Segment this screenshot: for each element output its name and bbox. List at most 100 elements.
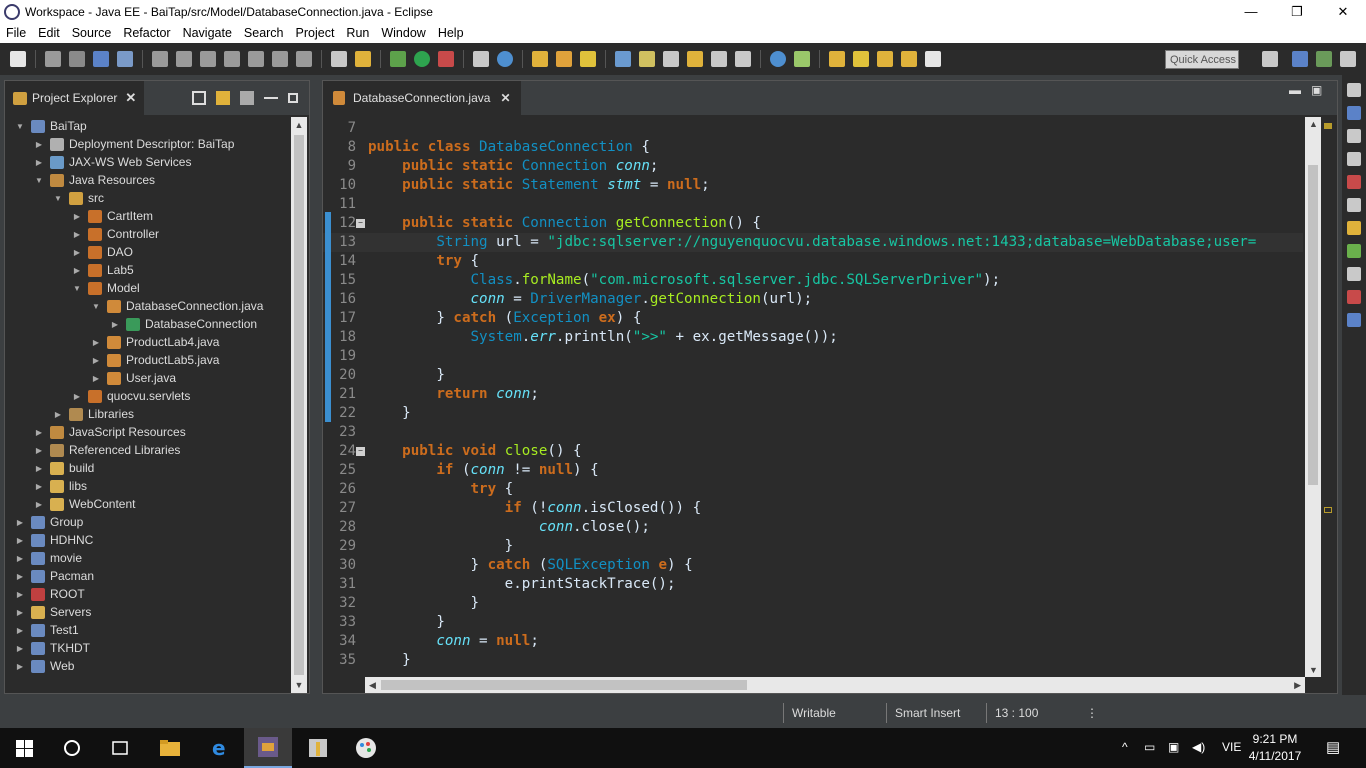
clock[interactable]: 9:21 PM 4/11/2017 [1245, 731, 1305, 765]
collapsed-icon[interactable]: ▶ [34, 500, 44, 509]
tree-item[interactable]: ▶ Lab5 [5, 261, 290, 279]
show-whitespace-icon[interactable] [687, 51, 703, 67]
tree-item[interactable]: ▼ BaiTap [5, 117, 290, 135]
scroll-down-icon[interactable]: ▼ [291, 677, 307, 693]
new-java-project-icon[interactable] [473, 51, 489, 67]
properties-icon[interactable] [1347, 198, 1361, 212]
step-return-icon[interactable] [296, 51, 312, 67]
tree-item[interactable]: ▶ Libraries [5, 405, 290, 423]
collapsed-icon[interactable]: ▶ [15, 536, 25, 545]
open-folder-icon[interactable] [556, 51, 572, 67]
collapsed-icon[interactable]: ▶ [34, 464, 44, 473]
console-icon[interactable] [1347, 313, 1361, 327]
markers-icon[interactable] [1347, 175, 1361, 189]
data-source-icon[interactable] [1347, 244, 1361, 258]
maximize-editor-icon[interactable]: ▣ [1311, 83, 1322, 97]
code-line[interactable]: 22 } [323, 404, 1303, 423]
tab-databaseconnection-java[interactable]: DatabaseConnection.java ✕ [323, 81, 521, 115]
collapsed-icon[interactable]: ▶ [34, 140, 44, 149]
tree-item[interactable]: ▶ Servers [5, 603, 290, 621]
collapsed-icon[interactable]: ▶ [15, 662, 25, 671]
ruler-marker[interactable] [1324, 507, 1332, 513]
tree-item[interactable]: ▶ Controller [5, 225, 290, 243]
edge-icon[interactable]: e [196, 728, 244, 768]
collapsed-icon[interactable]: ▶ [34, 428, 44, 437]
collapse-all-icon[interactable] [192, 91, 206, 105]
tree-item[interactable]: ▼ DatabaseConnection.java [5, 297, 290, 315]
menu-source[interactable]: Source [66, 26, 118, 40]
collapsed-icon[interactable]: ▶ [72, 266, 82, 275]
tab-project-explorer[interactable]: Project Explorer ✕ [5, 81, 145, 115]
suspend-icon[interactable] [176, 51, 192, 67]
external-tools-icon[interactable] [438, 51, 454, 67]
tree-item[interactable]: ▶ ProductLab5.java [5, 351, 290, 369]
collapsed-icon[interactable]: ▶ [15, 518, 25, 527]
code-line[interactable]: 26 try { [323, 480, 1303, 499]
tree-item[interactable]: ▶ WebContent [5, 495, 290, 513]
brush-icon[interactable] [580, 51, 596, 67]
collapsed-icon[interactable]: ▶ [91, 356, 101, 365]
menu-navigate[interactable]: Navigate [177, 26, 238, 40]
tree-item[interactable]: ▶ Pacman [5, 567, 290, 585]
tree-item[interactable]: ▶ JavaScript Resources [5, 423, 290, 441]
view-menu-icon[interactable] [240, 91, 254, 105]
file-explorer-icon[interactable] [146, 728, 194, 768]
code-area[interactable]: 7 8 public class DatabaseConnection {9 pub… [323, 119, 1303, 679]
disconnect-icon[interactable] [224, 51, 240, 67]
new-class-icon[interactable] [497, 51, 513, 67]
scrollbar-thumb[interactable] [1308, 165, 1318, 485]
task-list-icon[interactable] [1347, 129, 1361, 143]
word-wrap-icon[interactable] [711, 51, 727, 67]
highlight-icon[interactable] [639, 51, 655, 67]
tree-scrollbar[interactable]: ▲ ▼ [291, 117, 307, 693]
code-line[interactable]: 17 } catch (Exception ex) { [323, 309, 1303, 328]
expanded-icon[interactable]: ▼ [53, 194, 63, 203]
server-icon[interactable] [331, 51, 347, 67]
minimize-button[interactable]: — [1228, 0, 1274, 23]
maximize-view-icon[interactable] [288, 93, 298, 103]
tree-item[interactable]: ▶ HDHNC [5, 531, 290, 549]
code-line[interactable]: 19 [323, 347, 1303, 366]
menu-help[interactable]: Help [432, 26, 470, 40]
collapsed-icon[interactable]: ▶ [15, 626, 25, 635]
java-perspective-icon[interactable] [1340, 51, 1356, 67]
save-all-icon[interactable] [69, 51, 85, 67]
menu-run[interactable]: Run [340, 26, 375, 40]
tree-item[interactable]: ▶ quocvu.servlets [5, 387, 290, 405]
code-line[interactable]: 28 conn.close(); [323, 518, 1303, 537]
fold-toggle-icon[interactable]: − [356, 447, 365, 456]
paragraph-icon[interactable] [735, 51, 751, 67]
scroll-up-icon[interactable]: ▲ [291, 117, 307, 133]
forward-icon[interactable] [925, 51, 941, 67]
code-line[interactable]: 33 } [323, 613, 1303, 632]
tree-item[interactable]: ▶ DatabaseConnection [5, 315, 290, 333]
tree-item[interactable]: ▶ TKHDT [5, 639, 290, 657]
snippets-icon[interactable] [1347, 267, 1361, 281]
menu-edit[interactable]: Edit [32, 26, 66, 40]
collapsed-icon[interactable]: ▶ [91, 338, 101, 347]
minimize-editor-icon[interactable]: ▬ [1289, 83, 1301, 97]
new-icon[interactable] [10, 51, 26, 67]
terminate-icon[interactable] [200, 51, 216, 67]
code-line[interactable]: 30 } catch (SQLException e) { [323, 556, 1303, 575]
last-edit-icon[interactable] [877, 51, 893, 67]
step-into-icon[interactable] [248, 51, 264, 67]
volume-icon[interactable]: ◀) [1192, 740, 1205, 754]
code-line[interactable]: 34 conn = null; [323, 632, 1303, 651]
tree-item[interactable]: ▶ Test1 [5, 621, 290, 639]
collapsed-icon[interactable]: ▶ [15, 572, 25, 581]
ruler-marker[interactable] [1324, 123, 1332, 129]
code-line[interactable]: 21 return conn; [323, 385, 1303, 404]
tree-item[interactable]: ▶ Referenced Libraries [5, 441, 290, 459]
scroll-right-icon[interactable]: ▶ [1294, 680, 1301, 691]
tree-item[interactable]: ▶ Web [5, 657, 290, 675]
code-line[interactable]: 31 e.printStackTrace(); [323, 575, 1303, 594]
collapsed-icon[interactable]: ▶ [72, 212, 82, 221]
globe-icon[interactable] [770, 51, 786, 67]
menu-file[interactable]: File [0, 26, 32, 40]
quick-access-field[interactable]: Quick Access [1165, 50, 1239, 69]
open-perspective-icon[interactable] [1262, 51, 1278, 67]
restore-icon[interactable] [1347, 152, 1361, 166]
servers-icon[interactable] [1347, 221, 1361, 235]
show-hidden-icons-icon[interactable]: ^ [1122, 740, 1128, 754]
